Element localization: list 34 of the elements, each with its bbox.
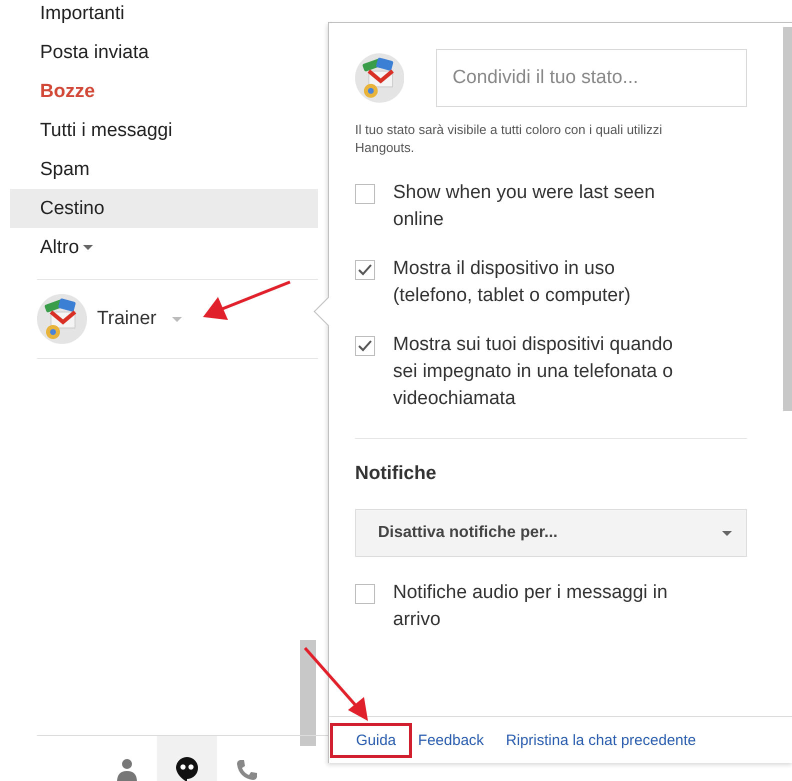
sidebar-item[interactable]: Importanti bbox=[10, 0, 318, 33]
person-icon bbox=[116, 758, 138, 781]
option-label: Show when you were last seen online bbox=[393, 181, 656, 232]
checkbox[interactable] bbox=[355, 336, 375, 356]
sidebar-item[interactable]: Bozze bbox=[10, 72, 318, 111]
phone-icon bbox=[235, 758, 259, 781]
caret-icon bbox=[722, 530, 732, 536]
quote-bubble-icon bbox=[175, 756, 199, 781]
scrollbar[interactable] bbox=[300, 640, 316, 746]
checkbox[interactable] bbox=[355, 184, 375, 204]
status-field[interactable]: Condividi il tuo stato... bbox=[436, 49, 747, 107]
avatar-icon bbox=[37, 294, 87, 344]
avatar-icon bbox=[355, 52, 404, 104]
option-label: Notifiche audio per i messaggi in arrivo bbox=[393, 581, 669, 632]
caret-icon[interactable] bbox=[172, 316, 182, 322]
sidebar-item[interactable]: Spam bbox=[10, 150, 318, 189]
scrollbar[interactable] bbox=[783, 27, 792, 411]
account-name[interactable]: Trainer bbox=[97, 308, 156, 330]
notifications-dropdown[interactable]: Disattiva notifiche per... bbox=[355, 509, 747, 557]
sidebar-item[interactable]: Tutti i messaggi bbox=[10, 111, 318, 150]
option-label: Mostra il dispositivo in uso (telefono, tablet o computer) bbox=[393, 257, 632, 308]
caret-icon bbox=[83, 245, 94, 250]
status-note: Il tuo stato sarà visibile a tutti coloro con i quali utilizzi Hangouts. bbox=[355, 121, 664, 157]
footer-link[interactable]: Ripristina la chat precedente bbox=[506, 732, 696, 748]
footer-link[interactable]: Feedback bbox=[418, 732, 484, 748]
option-label: Mostra sui tuoi dispositivi quando sei impegnato in una telefonata o videochiamata bbox=[393, 333, 674, 411]
section-title: Notifiche bbox=[355, 463, 438, 485]
sidebar-item[interactable]: Cestino bbox=[10, 189, 318, 228]
sidebar-item[interactable]: Posta inviata bbox=[10, 33, 318, 72]
checkbox[interactable] bbox=[355, 584, 375, 604]
checkbox[interactable] bbox=[355, 260, 375, 280]
more-menu[interactable]: Altro bbox=[10, 228, 318, 267]
footer-link[interactable]: Guida bbox=[356, 732, 396, 748]
bottom-tab[interactable] bbox=[157, 736, 217, 781]
